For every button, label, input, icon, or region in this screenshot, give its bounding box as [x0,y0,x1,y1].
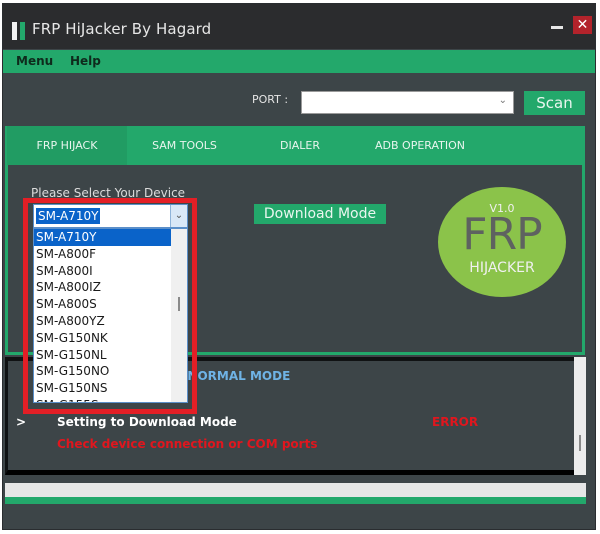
device-option[interactable]: SM-A800I [34,263,172,280]
tab-frp-hijack[interactable]: FRP HIJACK [7,126,127,165]
device-select-value: SM-A710Y [36,208,101,224]
logo-title: FRP [462,209,542,260]
minimize-button[interactable] [551,26,563,29]
app-logo-icon [12,22,28,40]
close-icon: ✕ [576,17,589,33]
scan-button[interactable]: Scan [524,91,585,115]
download-mode-button[interactable]: Download Mode [254,204,386,224]
device-option[interactable]: SM-G155S [34,397,172,402]
log-line-download-mode: Setting to Download Mode [57,415,237,429]
chevron-down-icon[interactable]: ⌄ [499,95,507,106]
port-label: PORT : [252,93,289,106]
menu-item-menu[interactable]: Menu [16,54,53,68]
device-dropdown-list[interactable]: SM-A710Y SM-A800F SM-A800I SM-A800IZ SM-… [33,228,188,403]
device-option[interactable]: SM-G150NL [34,347,172,364]
window-title: FRP HiJacker By Hagard [32,20,212,38]
tab-dialer[interactable]: DIALER [255,126,345,165]
menu-bar: Menu Help [3,50,595,73]
log-line-check-connection: Check device connection or COM ports [57,437,318,451]
title-bar[interactable]: FRP HiJacker By Hagard ✕ [3,4,595,49]
device-list-scrollbar[interactable] [171,229,187,402]
log-scrollbar[interactable] [574,357,586,475]
frp-hijacker-logo: V1.0 FRP HIJACKER [438,187,566,297]
progress-accent-strip [5,497,586,504]
tab-adb-operation[interactable]: ADB OPERATION [355,126,485,165]
log-scrollbar-thumb[interactable] [579,435,581,451]
progress-bar [5,483,586,498]
chevron-down-icon[interactable]: ⌄ [170,205,187,227]
log-line-normal-mode: o NORMAL MODE [175,369,291,383]
device-option[interactable]: SM-A710Y [34,229,172,246]
logo-subtitle: HIJACKER [469,260,535,276]
tab-sam-tools[interactable]: SAM TOOLS [127,126,242,165]
device-option[interactable]: SM-A800F [34,246,172,263]
close-button[interactable]: ✕ [573,16,592,34]
device-list-scrollbar-thumb[interactable] [178,297,180,311]
menu-item-help[interactable]: Help [70,54,101,68]
device-option[interactable]: SM-A800S [34,296,172,313]
device-option[interactable]: SM-A800YZ [34,313,172,330]
port-select[interactable]: ⌄ [301,91,514,114]
log-status-error: ERROR [432,415,479,429]
device-option[interactable]: SM-G150NO [34,363,172,380]
device-option[interactable]: SM-A800IZ [34,279,172,296]
device-select-label: Please Select Your Device [31,186,186,200]
device-select[interactable]: SM-A710Y ⌄ [33,204,188,228]
log-prefix: > [16,415,27,429]
device-option[interactable]: SM-G150NS [34,380,172,397]
tab-bar: FRP HIJACK SAM TOOLS DIALER ADB OPERATIO… [5,126,585,165]
device-option[interactable]: SM-G150NK [34,330,172,347]
